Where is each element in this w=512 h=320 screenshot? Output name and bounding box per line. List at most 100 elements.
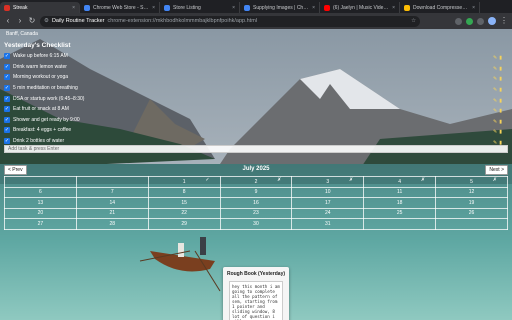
checklist-item-actions: ✎ ▮ (493, 95, 507, 106)
calendar-day[interactable]: 11 (363, 186, 437, 198)
calendar-day[interactable]: 3 ✗ (291, 176, 365, 188)
extension-icon[interactable] (466, 17, 473, 25)
calendar-week: 20 21 22 23 24 25 26 (4, 207, 508, 219)
checkbox[interactable]: ✓ (4, 53, 10, 60)
calendar-day[interactable]: 12 (435, 186, 508, 198)
forward-icon[interactable]: › (16, 13, 24, 29)
tab-close-icon[interactable]: × (232, 5, 235, 11)
tab-close-icon[interactable]: × (152, 5, 155, 11)
calendar-day[interactable]: 15 (147, 197, 221, 209)
checkbox[interactable]: ✓ (4, 116, 10, 123)
calendar-day[interactable]: 27 (4, 218, 77, 230)
calendar-day[interactable]: 29 (147, 218, 221, 230)
calendar-day[interactable]: 21 (75, 207, 149, 219)
rough-book-textarea[interactable]: hey this month i am going to complete al… (229, 281, 283, 320)
browser-tab[interactable]: (6) Jaelyn | Music Video | C × (320, 2, 400, 13)
checkbox[interactable]: ✓ (4, 127, 10, 134)
delete-icon[interactable]: ▮ (499, 129, 502, 135)
calendar-day[interactable]: 30 (219, 218, 293, 230)
calendar-day[interactable]: 13 (4, 197, 77, 209)
checklist-item: ✓ Shower and get ready by 9:00 (4, 115, 124, 126)
calendar-day[interactable]: 14 (75, 197, 149, 209)
edit-icon[interactable]: ✎ (493, 66, 497, 72)
calendar-day[interactable] (435, 218, 508, 230)
checkbox[interactable]: ✓ (4, 106, 10, 113)
calendar-day[interactable]: 26 (435, 207, 508, 219)
calendar-day[interactable]: 16 (219, 197, 293, 209)
next-month-button[interactable]: Next > (485, 165, 508, 175)
browser-tab[interactable]: Download Compressed JPEG× (400, 2, 480, 13)
checkbox[interactable]: ✓ (4, 63, 10, 70)
calendar-day[interactable] (363, 218, 437, 230)
browser-tab[interactable]: Streak × (0, 2, 80, 13)
menu-icon[interactable]: ⋮ (500, 13, 508, 29)
calendar-day[interactable]: 23 (219, 207, 293, 219)
tab-close-icon[interactable]: × (392, 5, 395, 11)
profile-avatar[interactable] (488, 17, 496, 25)
checklist-item: ✓ Morning workout or yoga (4, 72, 124, 83)
checklist-item-label: Eat fruit or snack at 8 AM (13, 106, 69, 113)
checkbox[interactable]: ✓ (4, 74, 10, 81)
delete-icon[interactable]: ▮ (499, 87, 502, 93)
calendar-grid: 1 ✓ 2 ✗ 3 ✗ 4 ✗ 5 ✗ 6 7 8 9 10 11 12 13 14 15 16 17 18 19 20 21 22… (4, 176, 508, 230)
browser-tab[interactable]: Supplying Images | Chrome × (240, 2, 320, 13)
calendar-day[interactable]: 8 (147, 186, 221, 198)
browser-toolbar: ‹ › ↻ ⚙ Daily Routine Tracker chrome-ext… (0, 13, 512, 29)
calendar-day[interactable]: 20 (4, 207, 77, 219)
calendar-day[interactable]: 7 (75, 186, 149, 198)
calendar-day[interactable]: 28 (75, 218, 149, 230)
tab-favicon-icon (324, 4, 330, 11)
calendar-day[interactable]: 25 (363, 207, 437, 219)
reload-icon[interactable]: ↻ (28, 13, 36, 29)
add-task-input[interactable]: Add task & press Enter (4, 145, 508, 153)
calendar-day[interactable]: 22 (147, 207, 221, 219)
edit-icon[interactable]: ✎ (493, 87, 497, 93)
back-icon[interactable]: ‹ (4, 13, 12, 29)
rough-book-panel: Rough Book (Yesterday) hey this month i … (223, 267, 289, 320)
edit-icon[interactable]: ✎ (493, 108, 497, 114)
calendar-day[interactable]: 2 ✗ (219, 176, 293, 188)
calendar-day[interactable]: 5 ✗ (435, 176, 508, 188)
calendar-day[interactable]: 31 (291, 218, 365, 230)
extension-icon[interactable] (455, 17, 462, 25)
calendar-day-number: 10 (325, 189, 331, 196)
tab-close-icon[interactable]: × (72, 5, 75, 11)
calendar-day[interactable]: 1 ✓ (147, 176, 221, 188)
calendar-day[interactable]: 19 (435, 197, 508, 209)
browser-tab[interactable]: Store Listing × (160, 2, 240, 13)
bookmark-star-icon[interactable]: ☆ (411, 18, 416, 24)
delete-icon[interactable]: ▮ (499, 98, 502, 104)
calendar-day[interactable]: 4 ✗ (363, 176, 437, 188)
calendar-day[interactable]: 24 (291, 207, 365, 219)
calendar-day[interactable]: 10 (291, 186, 365, 198)
calendar-day[interactable] (4, 176, 77, 188)
checkbox[interactable]: ✓ (4, 95, 10, 102)
calendar-day[interactable]: 9 (219, 186, 293, 198)
delete-icon[interactable]: ▮ (499, 55, 502, 61)
browser-tab[interactable]: Chrome Web Store - Search Re× (80, 2, 160, 13)
edit-icon[interactable]: ✎ (493, 129, 497, 135)
calendar-day[interactable]: 6 (4, 186, 77, 198)
tab-favicon-icon (164, 4, 170, 11)
edit-icon[interactable]: ✎ (493, 119, 497, 125)
edit-icon[interactable]: ✎ (493, 55, 497, 61)
puzzle-icon[interactable] (477, 17, 484, 25)
edit-icon[interactable]: ✎ (493, 98, 497, 104)
checklist-item-label: 5 min meditation or breathing (13, 85, 78, 92)
checkbox[interactable]: ✓ (4, 138, 10, 145)
delete-icon[interactable]: ▮ (499, 76, 502, 82)
delete-icon[interactable]: ▮ (499, 119, 502, 125)
calendar-day[interactable] (75, 176, 149, 188)
edit-icon[interactable]: ✎ (493, 76, 497, 82)
tab-label: (6) Jaelyn | Music Video | C (333, 4, 390, 11)
calendar-day-number: 20 (37, 210, 44, 217)
delete-icon[interactable]: ▮ (499, 108, 502, 114)
calendar-day[interactable]: 17 (291, 197, 365, 209)
address-bar[interactable]: ⚙ Daily Routine Tracker chrome-extension… (40, 15, 420, 27)
delete-icon[interactable]: ▮ (499, 66, 502, 72)
tab-close-icon[interactable]: × (312, 5, 315, 11)
checkbox[interactable]: ✓ (4, 85, 10, 92)
cross-mark-icon: ✗ (277, 177, 282, 183)
calendar-day[interactable]: 18 (363, 197, 437, 209)
tab-close-icon[interactable]: × (472, 5, 475, 11)
